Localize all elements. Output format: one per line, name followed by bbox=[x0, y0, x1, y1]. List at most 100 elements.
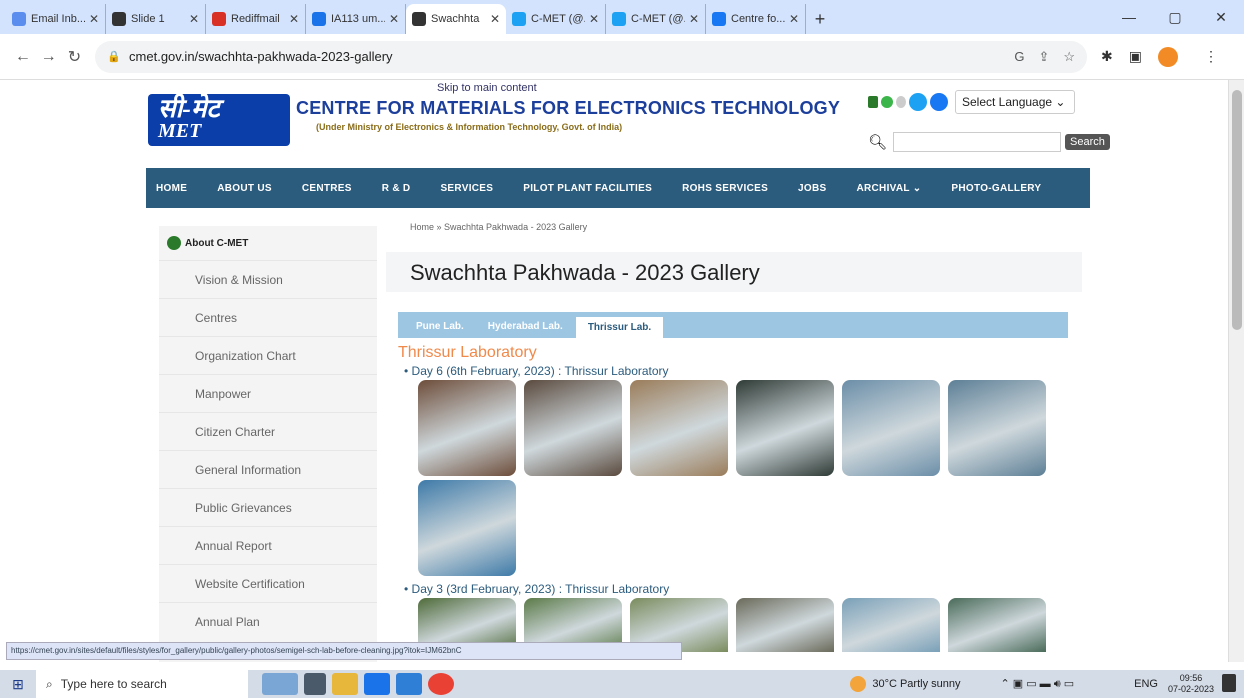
sidebar-item[interactable]: Citizen Charter bbox=[159, 412, 377, 450]
twitter-icon[interactable] bbox=[909, 93, 927, 111]
gallery-photo[interactable] bbox=[842, 380, 940, 476]
tab-title: C-MET (@... bbox=[531, 13, 585, 25]
share-icon[interactable]: ⇪ bbox=[1038, 49, 1049, 65]
sidebar-item[interactable]: Organization Chart bbox=[159, 336, 377, 374]
nav-item[interactable]: ABOUT US bbox=[217, 183, 272, 194]
gallery-photo[interactable] bbox=[842, 598, 940, 652]
reload-icon[interactable]: ↻ bbox=[62, 47, 88, 67]
browser-tab[interactable]: IA113 um... ✕ bbox=[306, 4, 406, 34]
mail-icon[interactable] bbox=[364, 673, 390, 695]
sidebar-item[interactable]: Public Grievances bbox=[159, 488, 377, 526]
lock-icon: 🔒 bbox=[107, 51, 122, 63]
extensions-icon[interactable]: ✱ bbox=[1101, 48, 1113, 65]
language-indicator[interactable]: ENG bbox=[1134, 678, 1158, 690]
gallery-photo[interactable] bbox=[948, 380, 1046, 476]
notifications-icon[interactable] bbox=[1222, 674, 1236, 692]
rss-icon[interactable] bbox=[896, 96, 906, 108]
nav-item[interactable]: PHOTO-GALLERY bbox=[951, 183, 1041, 194]
close-tab-icon[interactable]: ✕ bbox=[490, 12, 500, 26]
gallery-photo[interactable] bbox=[630, 380, 728, 476]
browser-tab[interactable]: Rediffmail ✕ bbox=[206, 4, 306, 34]
windows-start-icon[interactable]: ⊞ bbox=[0, 676, 36, 693]
gallery-photo[interactable] bbox=[418, 480, 516, 576]
sidebar-item[interactable]: Annual Plan bbox=[159, 602, 377, 640]
day6-heading[interactable]: • Day 6 (6th February, 2023) : Thrissur … bbox=[404, 364, 1082, 378]
nav-item[interactable]: ROHS SERVICES bbox=[682, 183, 768, 194]
bookmark-star-icon[interactable]: ☆ bbox=[1063, 49, 1075, 65]
nav-item[interactable]: R & D bbox=[382, 183, 411, 194]
weather-widget-icon[interactable] bbox=[262, 673, 298, 695]
address-bar[interactable]: 🔒 cmet.gov.in/swachhta-pakhwada-2023-gal… bbox=[95, 40, 1088, 73]
sidebar-item[interactable]: Vision & Mission bbox=[159, 260, 377, 298]
main-navigation: HOME ABOUT US CENTRES R & D SERVICES PILOT PL… bbox=[146, 168, 1090, 208]
close-tab-icon[interactable]: ✕ bbox=[89, 12, 99, 26]
browser-tab[interactable]: Swachhta ✕ bbox=[406, 4, 506, 34]
close-tab-icon[interactable]: ✕ bbox=[689, 12, 699, 26]
nav-item[interactable]: CENTRES bbox=[302, 183, 352, 194]
browser-tab[interactable]: C-MET (@... ✕ bbox=[606, 4, 706, 34]
browser-tab[interactable]: Email Inb... ✕ bbox=[6, 4, 106, 34]
file-explorer-icon[interactable] bbox=[332, 673, 358, 695]
facebook-icon[interactable] bbox=[930, 93, 948, 111]
nav-item[interactable]: ARCHIVAL ⌄ bbox=[856, 183, 921, 194]
language-select[interactable]: Select Language ⌄ bbox=[955, 90, 1075, 114]
close-tab-icon[interactable]: ✕ bbox=[189, 12, 199, 26]
lab-tab[interactable]: Thrissur Lab. bbox=[574, 316, 665, 338]
skip-link[interactable]: Skip to main content bbox=[437, 82, 537, 94]
gallery-photo[interactable] bbox=[736, 598, 834, 652]
menu-icon[interactable]: ⋮ bbox=[1204, 48, 1218, 65]
whatsapp-icon[interactable] bbox=[881, 96, 893, 108]
browser-tab[interactable]: Slide 1 ✕ bbox=[106, 4, 206, 34]
close-tab-icon[interactable]: ✕ bbox=[289, 12, 299, 26]
nav-item[interactable]: JOBS bbox=[798, 183, 826, 194]
minimize-button[interactable]: — bbox=[1106, 0, 1152, 34]
maximize-button[interactable]: ▢ bbox=[1152, 0, 1198, 34]
cmet-logo[interactable]: सी-मेट MET bbox=[148, 94, 290, 146]
nav-item[interactable]: HOME bbox=[156, 183, 187, 194]
accessibility-icon[interactable] bbox=[868, 96, 878, 108]
gallery-photo[interactable] bbox=[524, 380, 622, 476]
app-icon[interactable] bbox=[396, 673, 422, 695]
tray-icons[interactable]: ⌃ ▣ ▭ ▬ 🔊︎ ▭ bbox=[1001, 677, 1075, 691]
browser-tab[interactable]: C-MET (@... ✕ bbox=[506, 4, 606, 34]
gallery-photo[interactable] bbox=[948, 598, 1046, 652]
scrollbar-thumb[interactable] bbox=[1232, 90, 1242, 330]
day3-heading[interactable]: • Day 3 (3rd February, 2023) : Thrissur … bbox=[404, 582, 1082, 596]
new-tab-button[interactable]: + bbox=[806, 4, 834, 34]
weather-text[interactable]: 30°C Partly sunny bbox=[872, 678, 960, 690]
search-button[interactable]: Search bbox=[1065, 134, 1110, 150]
close-tab-icon[interactable]: ✕ bbox=[789, 12, 799, 26]
clock[interactable]: 09:56 07-02-2023 bbox=[1168, 673, 1214, 695]
sidebar-item[interactable]: General Information bbox=[159, 450, 377, 488]
lab-tab[interactable]: Hyderabad Lab. bbox=[476, 316, 575, 338]
forward-icon[interactable]: → bbox=[36, 48, 62, 66]
nav-item[interactable]: PILOT PLANT FACILITIES bbox=[523, 183, 652, 194]
task-view-icon[interactable] bbox=[304, 673, 326, 695]
favicon-icon bbox=[112, 12, 126, 26]
gallery-photo[interactable] bbox=[418, 380, 516, 476]
nav-item[interactable]: SERVICES bbox=[440, 183, 493, 194]
sidebar-item[interactable]: Centres bbox=[159, 298, 377, 336]
taskbar-search[interactable]: ⌕ Type here to search bbox=[36, 670, 248, 698]
browser-tab[interactable]: Centre fo... ✕ bbox=[706, 4, 806, 34]
chrome-icon[interactable] bbox=[428, 673, 454, 695]
sidebar-item[interactable]: Annual Report bbox=[159, 526, 377, 564]
page-title: Swachhta Pakhwada - 2023 Gallery bbox=[386, 252, 1082, 292]
search-input[interactable] bbox=[893, 132, 1062, 152]
photo-image bbox=[418, 380, 516, 476]
side-panel-icon[interactable]: ▣ bbox=[1129, 48, 1142, 65]
close-tab-icon[interactable]: ✕ bbox=[589, 12, 599, 26]
tab-title: Email Inb... bbox=[31, 13, 85, 25]
profile-avatar[interactable] bbox=[1158, 46, 1178, 67]
page-scrollbar[interactable] bbox=[1228, 80, 1244, 662]
sidebar-item[interactable]: Website Certification bbox=[159, 564, 377, 602]
back-icon[interactable]: ← bbox=[10, 48, 36, 66]
lab-tab[interactable]: Pune Lab. bbox=[404, 316, 476, 338]
gallery-photo[interactable] bbox=[736, 380, 834, 476]
google-icon[interactable]: G bbox=[1014, 49, 1024, 64]
sidebar: About C-MET Vision & Mission Centres Organ… bbox=[159, 226, 377, 662]
close-tab-icon[interactable]: ✕ bbox=[389, 12, 399, 26]
sidebar-item[interactable]: Manpower bbox=[159, 374, 377, 412]
close-window-button[interactable]: ✕ bbox=[1198, 0, 1244, 34]
breadcrumb[interactable]: Home » Swachhta Pakhwada - 2023 Gallery bbox=[410, 222, 587, 232]
